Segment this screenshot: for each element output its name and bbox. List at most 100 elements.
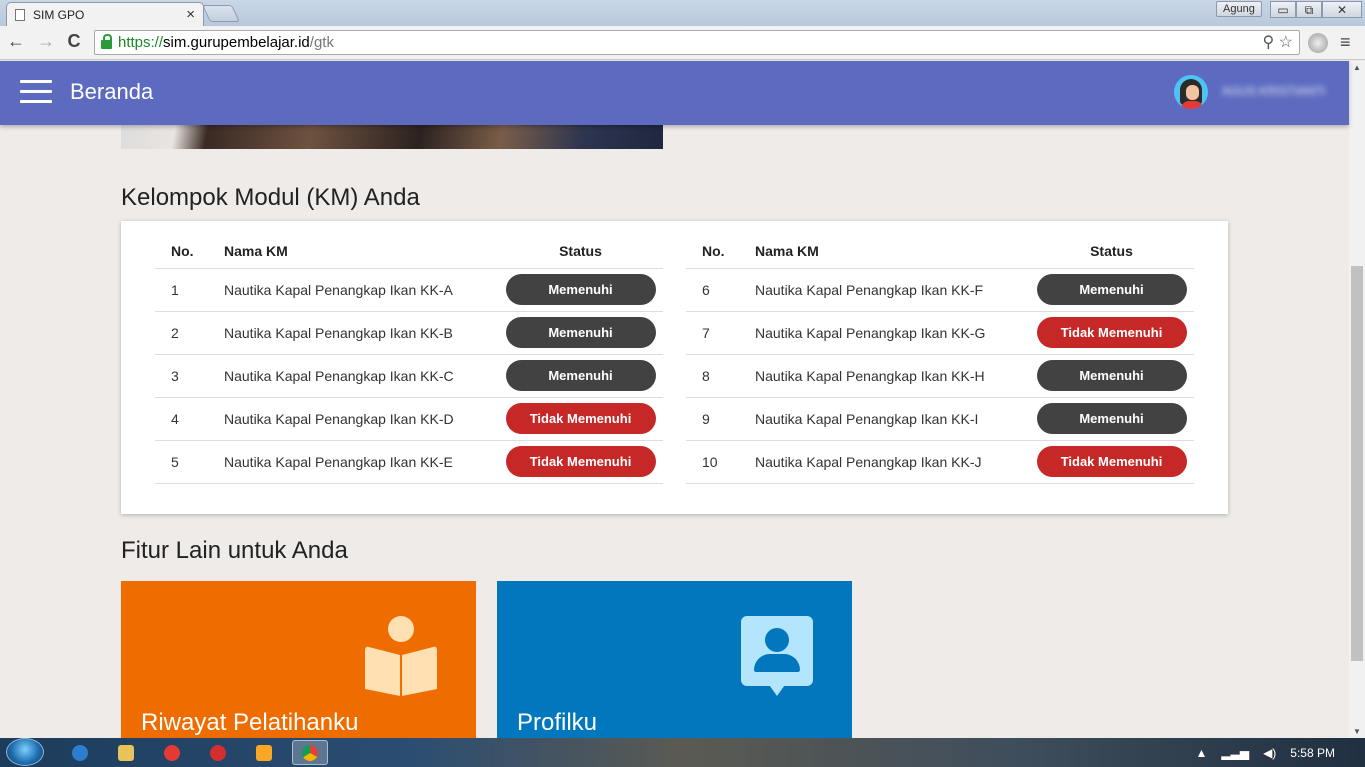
back-arrow-icon[interactable]: ← bbox=[4, 31, 28, 52]
row-name: Nautika Kapal Penangkap Ikan KK-A bbox=[224, 268, 498, 312]
ie-taskbar-icon[interactable] bbox=[62, 740, 98, 765]
url-path: /gtk bbox=[309, 34, 334, 51]
scroll-up-arrow-icon[interactable]: ▲ bbox=[1349, 63, 1365, 72]
feature-label: Profilku bbox=[517, 709, 598, 736]
header-no: No. bbox=[686, 235, 755, 269]
chrome-taskbar-icon[interactable] bbox=[292, 740, 328, 765]
table-row: 3 Nautika Kapal Penangkap Ikan KK-C Meme… bbox=[155, 354, 663, 398]
status-badge[interactable]: Memenuhi bbox=[505, 360, 656, 391]
forward-arrow-icon[interactable]: → bbox=[34, 31, 58, 52]
browser-tab[interactable]: SIM GPO × bbox=[6, 2, 204, 26]
browser-tabstrip: SIM GPO × Agung ▭ ⧉ ✕ bbox=[0, 0, 1365, 26]
lock-icon bbox=[101, 34, 112, 49]
scroll-thumb[interactable] bbox=[1351, 266, 1363, 661]
extension-icon[interactable] bbox=[1308, 33, 1328, 53]
app-bar: Beranda AGUS KRISTIANTI bbox=[0, 61, 1349, 125]
header-status: Status bbox=[1029, 235, 1194, 269]
status-badge[interactable]: Memenuhi bbox=[505, 317, 656, 348]
restore-button[interactable]: ⧉ bbox=[1296, 1, 1322, 18]
scroll-down-arrow-icon[interactable]: ▼ bbox=[1349, 727, 1365, 736]
document-icon bbox=[15, 8, 25, 21]
close-tab-icon[interactable]: × bbox=[186, 6, 195, 23]
row-no: 3 bbox=[155, 354, 224, 398]
clock[interactable]: 5:58 PM bbox=[1290, 746, 1335, 760]
status-badge[interactable]: Tidak Memenuhi bbox=[505, 403, 656, 434]
row-name: Nautika Kapal Penangkap Ikan KK-C bbox=[224, 354, 498, 398]
row-name: Nautika Kapal Penangkap Ikan KK-I bbox=[755, 397, 1029, 441]
row-name: Nautika Kapal Penangkap Ikan KK-J bbox=[755, 440, 1029, 484]
row-no: 2 bbox=[155, 311, 224, 355]
row-no: 9 bbox=[686, 397, 755, 441]
new-tab-button[interactable] bbox=[202, 5, 240, 22]
bookmark-star-icon[interactable]: ⚲ ☆ bbox=[1262, 32, 1293, 52]
status-badge[interactable]: Tidak Memenuhi bbox=[1036, 317, 1187, 348]
status-badge[interactable]: Memenuhi bbox=[1036, 360, 1187, 391]
feature-label: Riwayat Pelatihanku bbox=[141, 709, 359, 736]
row-name: Nautika Kapal Penangkap Ikan KK-E bbox=[224, 440, 498, 484]
header-name: Nama KM bbox=[755, 235, 1029, 269]
row-no: 7 bbox=[686, 311, 755, 355]
table-row: 6 Nautika Kapal Penangkap Ikan KK-F Meme… bbox=[686, 268, 1194, 312]
header-status: Status bbox=[498, 235, 663, 269]
row-no: 8 bbox=[686, 354, 755, 398]
page-title: Beranda bbox=[70, 79, 154, 104]
header-no: No. bbox=[155, 235, 224, 269]
km-card: No. Nama KM Status 1 Nautika Kapal Penan… bbox=[121, 221, 1228, 514]
hamburger-menu-icon[interactable] bbox=[20, 80, 52, 104]
row-name: Nautika Kapal Penangkap Ikan KK-F bbox=[755, 268, 1029, 312]
status-badge[interactable]: Tidak Memenuhi bbox=[505, 446, 656, 477]
row-name: Nautika Kapal Penangkap Ikan KK-H bbox=[755, 354, 1029, 398]
table-row: 5 Nautika Kapal Penangkap Ikan KK-E Tida… bbox=[155, 440, 663, 484]
profile-badge[interactable]: Agung bbox=[1216, 1, 1262, 17]
row-no: 5 bbox=[155, 440, 224, 484]
volume-icon[interactable]: ◀) bbox=[1263, 746, 1276, 760]
opera-taskbar-icon[interactable] bbox=[200, 740, 236, 765]
close-window-button[interactable]: ✕ bbox=[1322, 1, 1362, 18]
explorer-taskbar-icon[interactable] bbox=[108, 740, 144, 765]
reading-book-icon bbox=[365, 616, 437, 696]
profilku-card[interactable]: Profilku bbox=[497, 581, 852, 738]
table-row: 8 Nautika Kapal Penangkap Ikan KK-H Meme… bbox=[686, 354, 1194, 398]
status-badge[interactable]: Memenuhi bbox=[1036, 274, 1187, 305]
tray-arrow-icon[interactable]: ▲ bbox=[1195, 746, 1207, 760]
row-no: 6 bbox=[686, 268, 755, 312]
status-badge[interactable]: Tidak Memenuhi bbox=[1036, 446, 1187, 477]
os-taskbar: ▲ ▂▃▅ ◀) 5:58 PM bbox=[0, 738, 1365, 767]
system-tray: ▲ ▂▃▅ ◀) 5:58 PM bbox=[1195, 738, 1365, 767]
row-name: Nautika Kapal Penangkap Ikan KK-D bbox=[224, 397, 498, 441]
riwayat-pelatihan-card[interactable]: Riwayat Pelatihanku bbox=[121, 581, 476, 738]
url-scheme: https:// bbox=[118, 34, 164, 51]
table-row: 1 Nautika Kapal Penangkap Ikan KK-A Meme… bbox=[155, 268, 663, 312]
browser-toolbar: ← → C https:// sim.gurupembelajar.id /gt… bbox=[0, 26, 1365, 60]
start-button[interactable] bbox=[6, 738, 44, 766]
row-name: Nautika Kapal Penangkap Ikan KK-G bbox=[755, 311, 1029, 355]
table-row: 10 Nautika Kapal Penangkap Ikan KK-J Tid… bbox=[686, 440, 1194, 484]
header-name: Nama KM bbox=[224, 235, 498, 269]
table-row: 7 Nautika Kapal Penangkap Ikan KK-G Tida… bbox=[686, 311, 1194, 355]
tab-title: SIM GPO bbox=[33, 7, 85, 22]
status-badge[interactable]: Memenuhi bbox=[505, 274, 656, 305]
user-name[interactable]: AGUS KRISTIANTI bbox=[1222, 84, 1325, 98]
status-badge[interactable]: Memenuhi bbox=[1036, 403, 1187, 434]
table-row: 9 Nautika Kapal Penangkap Ikan KK-I Meme… bbox=[686, 397, 1194, 441]
app-taskbar-icon[interactable] bbox=[154, 740, 190, 765]
table-row: 2 Nautika Kapal Penangkap Ikan KK-B Meme… bbox=[155, 311, 663, 355]
profile-icon bbox=[741, 616, 813, 698]
avatar[interactable] bbox=[1174, 75, 1208, 109]
km-section-title: Kelompok Modul (KM) Anda bbox=[121, 184, 420, 211]
signal-icon[interactable]: ▂▃▅ bbox=[1221, 746, 1249, 760]
reload-icon[interactable]: C bbox=[62, 31, 86, 52]
km-table-right: No. Nama KM Status 6 Nautika Kapal Penan… bbox=[686, 235, 1194, 484]
page-scrollbar[interactable]: ▲ ▼ bbox=[1349, 61, 1365, 738]
row-name: Nautika Kapal Penangkap Ikan KK-B bbox=[224, 311, 498, 355]
minimize-button[interactable]: ▭ bbox=[1270, 1, 1296, 18]
browser-menu-icon[interactable]: ≡ bbox=[1340, 32, 1351, 53]
row-no: 4 bbox=[155, 397, 224, 441]
address-bar[interactable]: https:// sim.gurupembelajar.id /gtk ⚲ ☆ bbox=[94, 30, 1300, 55]
url-host: sim.gurupembelajar.id bbox=[163, 34, 310, 51]
km-table-left: No. Nama KM Status 1 Nautika Kapal Penan… bbox=[155, 235, 663, 484]
table-row: 4 Nautika Kapal Penangkap Ikan KK-D Tida… bbox=[155, 397, 663, 441]
row-no: 10 bbox=[686, 440, 755, 484]
row-no: 1 bbox=[155, 268, 224, 312]
media-taskbar-icon[interactable] bbox=[246, 740, 282, 765]
